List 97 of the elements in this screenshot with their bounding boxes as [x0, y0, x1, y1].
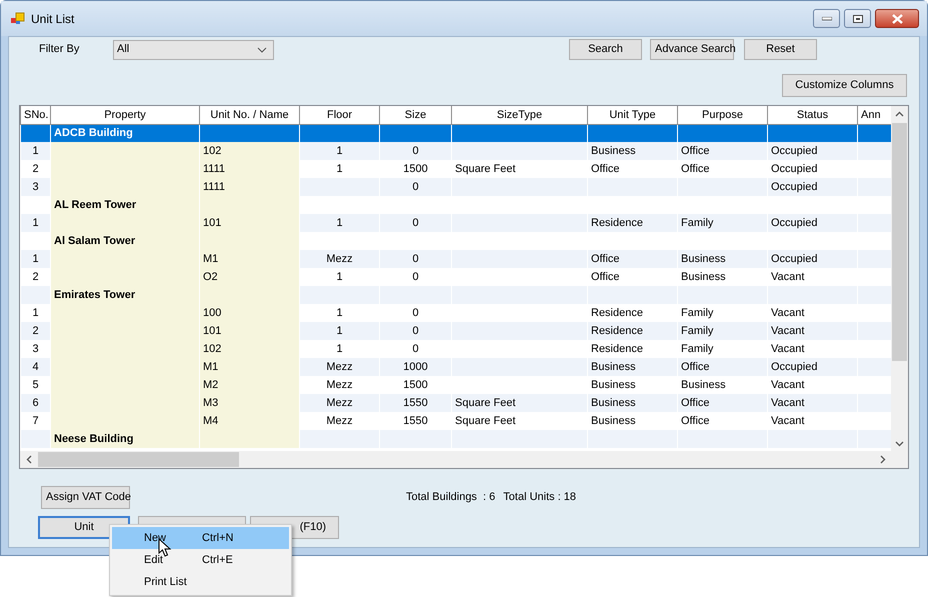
- app-icon: [11, 12, 25, 25]
- table-cell: Residence: [588, 214, 678, 232]
- column-header[interactable]: Floor: [300, 106, 380, 124]
- table-cell: 1: [300, 322, 380, 340]
- scroll-up-icon[interactable]: [895, 111, 904, 117]
- customize-columns-button[interactable]: Customize Columns: [782, 74, 907, 97]
- group-name-cell: Al Salam Tower: [50, 232, 200, 250]
- group-name-cell: Neese Building: [50, 430, 200, 448]
- table-cell: 3: [20, 178, 50, 196]
- table-cell: Occupied: [768, 214, 858, 232]
- table-cell: Square Feet: [452, 394, 588, 412]
- table-cell: Business: [588, 358, 678, 376]
- scroll-left-icon[interactable]: [26, 455, 32, 464]
- filter-dropdown[interactable]: All: [113, 40, 274, 60]
- table-cell: 1: [20, 214, 50, 232]
- close-icon: [892, 14, 902, 24]
- table-cell: 1: [300, 142, 380, 160]
- minimize-icon: [822, 16, 832, 20]
- table-cell: 0: [380, 178, 452, 196]
- vertical-scrollbar[interactable]: [891, 106, 908, 451]
- table-cell: Mezz: [300, 250, 380, 268]
- scroll-right-icon[interactable]: [880, 455, 886, 464]
- column-header[interactable]: Ann: [858, 106, 892, 124]
- table-cell: 1111: [200, 178, 300, 196]
- table-cell: 4: [20, 358, 50, 376]
- table-cell: 1000: [380, 358, 452, 376]
- dropdown-caret-icon: [257, 46, 267, 52]
- menu-item[interactable]: Print List: [112, 571, 289, 593]
- table-cell: Occupied: [768, 358, 858, 376]
- maximize-icon: [852, 14, 862, 22]
- column-header[interactable]: Size: [380, 106, 452, 124]
- table-cell: Office: [678, 358, 768, 376]
- advance-search-button[interactable]: Advance Search: [650, 39, 734, 60]
- table-cell: Office: [678, 394, 768, 412]
- window-title: Unit List: [31, 10, 76, 28]
- table-cell: 6: [20, 394, 50, 412]
- table-cell: 0: [380, 250, 452, 268]
- table-cell: 100: [200, 304, 300, 322]
- table-cell: M1: [200, 250, 300, 268]
- table-cell: Occupied: [768, 142, 858, 160]
- table-cell: M4: [200, 412, 300, 430]
- table-cell: 102: [200, 340, 300, 358]
- column-header[interactable]: Unit No. / Name: [200, 106, 300, 124]
- scroll-down-icon[interactable]: [895, 441, 904, 447]
- assign-vat-code-button[interactable]: Assign VAT Code: [41, 486, 130, 509]
- table-cell: Business: [588, 394, 678, 412]
- table-cell: Business: [588, 142, 678, 160]
- table-cell: Family: [678, 322, 768, 340]
- table-cell: 0: [380, 322, 452, 340]
- reset-button[interactable]: Reset: [744, 39, 817, 60]
- group-name-cell: ADCB Building: [50, 124, 200, 142]
- search-button[interactable]: Search: [569, 39, 642, 60]
- table-cell: Business: [678, 250, 768, 268]
- column-header[interactable]: SNo.: [20, 106, 50, 124]
- table-cell: 0: [380, 142, 452, 160]
- table-cell: Vacant: [768, 322, 858, 340]
- menu-item[interactable]: Edit Ctrl+E: [112, 549, 289, 571]
- table-cell: M1: [200, 358, 300, 376]
- menu-item[interactable]: New Ctrl+N: [112, 527, 289, 549]
- table-cell: Occupied: [768, 178, 858, 196]
- table-cell: 102: [200, 142, 300, 160]
- table-cell: 101: [200, 214, 300, 232]
- table-cell: Family: [678, 214, 768, 232]
- table-cell: Vacant: [768, 394, 858, 412]
- table-cell: 1: [20, 250, 50, 268]
- column-header[interactable]: Purpose: [678, 106, 768, 124]
- column-header[interactable]: Status: [768, 106, 858, 124]
- horizontal-scrollbar[interactable]: [20, 451, 908, 468]
- table-cell: Mezz: [300, 394, 380, 412]
- table-cell: M2: [200, 376, 300, 394]
- table-cell: M3: [200, 394, 300, 412]
- table-cell: Office: [588, 250, 678, 268]
- filter-label: Filter By: [39, 42, 80, 58]
- table-cell: 2: [20, 322, 50, 340]
- close-button[interactable]: [875, 9, 919, 28]
- column-header[interactable]: SizeType: [452, 106, 588, 124]
- table-cell: Office: [678, 142, 768, 160]
- table-cell: O2: [200, 268, 300, 286]
- table-cell: 1550: [380, 394, 452, 412]
- column-header[interactable]: Property: [50, 106, 200, 124]
- table-cell: Occupied: [768, 250, 858, 268]
- group-name-cell: AL Reem Tower: [50, 196, 200, 214]
- totals-text: Total Buildings : 6: [406, 490, 496, 506]
- group-name-cell: Emirates Tower: [50, 286, 200, 304]
- table-cell: 1: [20, 142, 50, 160]
- totals-text: Total Units : 18: [503, 490, 576, 506]
- scrollbar-thumb[interactable]: [38, 452, 239, 467]
- table-cell: 1111: [200, 160, 300, 178]
- column-header[interactable]: Unit Type: [588, 106, 678, 124]
- table-cell: Mezz: [300, 358, 380, 376]
- table-cell: 0: [380, 214, 452, 232]
- minimize-button[interactable]: [813, 9, 840, 28]
- scrollbar-thumb[interactable]: [892, 123, 908, 361]
- table-cell: 101: [200, 322, 300, 340]
- table-cell: 1: [300, 214, 380, 232]
- table-cell: Residence: [588, 322, 678, 340]
- maximize-button[interactable]: [844, 9, 871, 28]
